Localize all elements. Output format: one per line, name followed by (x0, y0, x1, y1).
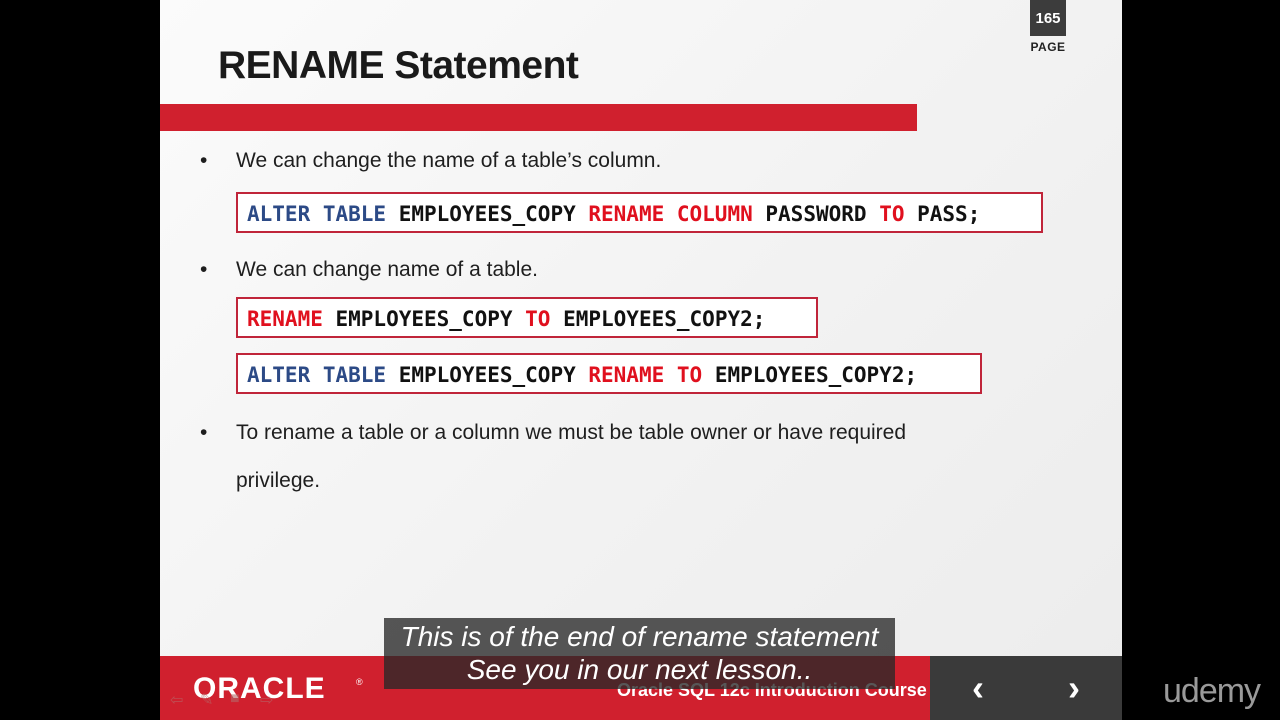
udemy-watermark: udemy (1163, 672, 1261, 710)
bullet-dot-icon: • (200, 421, 208, 444)
code-keyword: RENAME TO (588, 363, 703, 387)
slide-title: RENAME Statement (218, 44, 579, 87)
forward-arrow-icon[interactable]: ⇨ (260, 690, 273, 710)
subtitle-line: See you in our next lesson.. (466, 654, 813, 685)
slide: 165 PAGE RENAME Statement • We can chang… (160, 0, 1122, 720)
menu-icon[interactable]: ■ (230, 690, 240, 708)
registered-mark: ® (356, 677, 363, 687)
prev-slide-button[interactable]: ‹ (930, 656, 1026, 720)
code-block-alter-rename-table: ALTER TABLE EMPLOYEES_COPY RENAME TO EMP… (236, 353, 982, 394)
code-token: EMPLOYEES_COPY (386, 363, 589, 387)
bullet-text: We can change name of a table. (236, 258, 538, 281)
page-number-badge: 165 (1030, 0, 1066, 36)
next-slide-button[interactable]: › (1026, 656, 1122, 720)
code-block-rename-column: ALTER TABLE EMPLOYEES_COPY RENAME COLUMN… (236, 192, 1043, 233)
code-token: EMPLOYEES_COPY (322, 307, 526, 331)
bullet-text: privilege. (236, 469, 321, 492)
subtitle-line: This is of the end of rename statement (400, 621, 879, 652)
chevron-right-icon: › (1068, 667, 1080, 708)
code-token: EMPLOYEES_COPY2; (550, 307, 766, 331)
code-token: PASS; (904, 202, 981, 226)
code-token: EMPLOYEES_COPY (386, 202, 589, 226)
code-keyword: ALTER TABLE (247, 202, 387, 226)
subtitle-caption: This is of the end of rename statement S… (384, 618, 895, 689)
code-keyword: RENAME (247, 307, 323, 331)
code-keyword: TO (525, 307, 551, 331)
code-token: PASSWORD (752, 202, 880, 226)
back-arrow-icon[interactable]: ⇦ (170, 690, 183, 710)
pen-icon[interactable]: ✎ (200, 690, 213, 710)
chevron-left-icon: ‹ (972, 667, 984, 708)
title-underline-bar (160, 104, 917, 131)
code-keyword: TO (879, 202, 905, 226)
page-label: PAGE (1030, 40, 1066, 54)
bullet-dot-icon: • (200, 149, 208, 172)
bullet-dot-icon: • (200, 258, 208, 281)
code-token: EMPLOYEES_COPY2; (702, 363, 918, 387)
bullet-text: We can change the name of a table’s colu… (236, 149, 662, 172)
bullet-text: To rename a table or a column we must be… (236, 421, 907, 444)
code-block-rename-table: RENAME EMPLOYEES_COPY TO EMPLOYEES_COPY2… (236, 297, 818, 338)
code-keyword: ALTER TABLE (247, 363, 387, 387)
code-keyword: RENAME COLUMN (588, 202, 753, 226)
